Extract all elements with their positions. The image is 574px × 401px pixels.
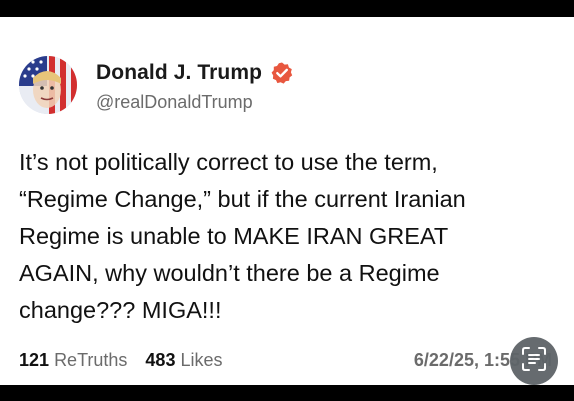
text-scan-button[interactable] [510, 337, 558, 385]
display-name[interactable]: Donald J. Trump [96, 61, 262, 85]
post-card: Donald J. Trump @realDonaldTrump It’s no… [0, 17, 574, 385]
avatar[interactable] [19, 56, 77, 114]
likes-label: Likes [180, 350, 223, 370]
user-handle[interactable]: @realDonaldTrump [96, 92, 253, 113]
likes-stat[interactable]: 483 Likes [145, 350, 222, 371]
text-scan-icon [521, 346, 547, 377]
verified-badge-icon [270, 61, 294, 85]
retruths-label: ReTruths [54, 350, 128, 370]
retruths-count: 121 [19, 350, 50, 370]
avatar-image [19, 56, 77, 114]
retruths-stat[interactable]: 121 ReTruths [19, 350, 127, 371]
post-stats: 121 ReTruths 483 Likes [19, 350, 223, 371]
likes-count: 483 [145, 350, 176, 370]
post-body-text: It’s not politically correct to use the … [19, 149, 466, 323]
author-name-row: Donald J. Trump [96, 61, 294, 85]
